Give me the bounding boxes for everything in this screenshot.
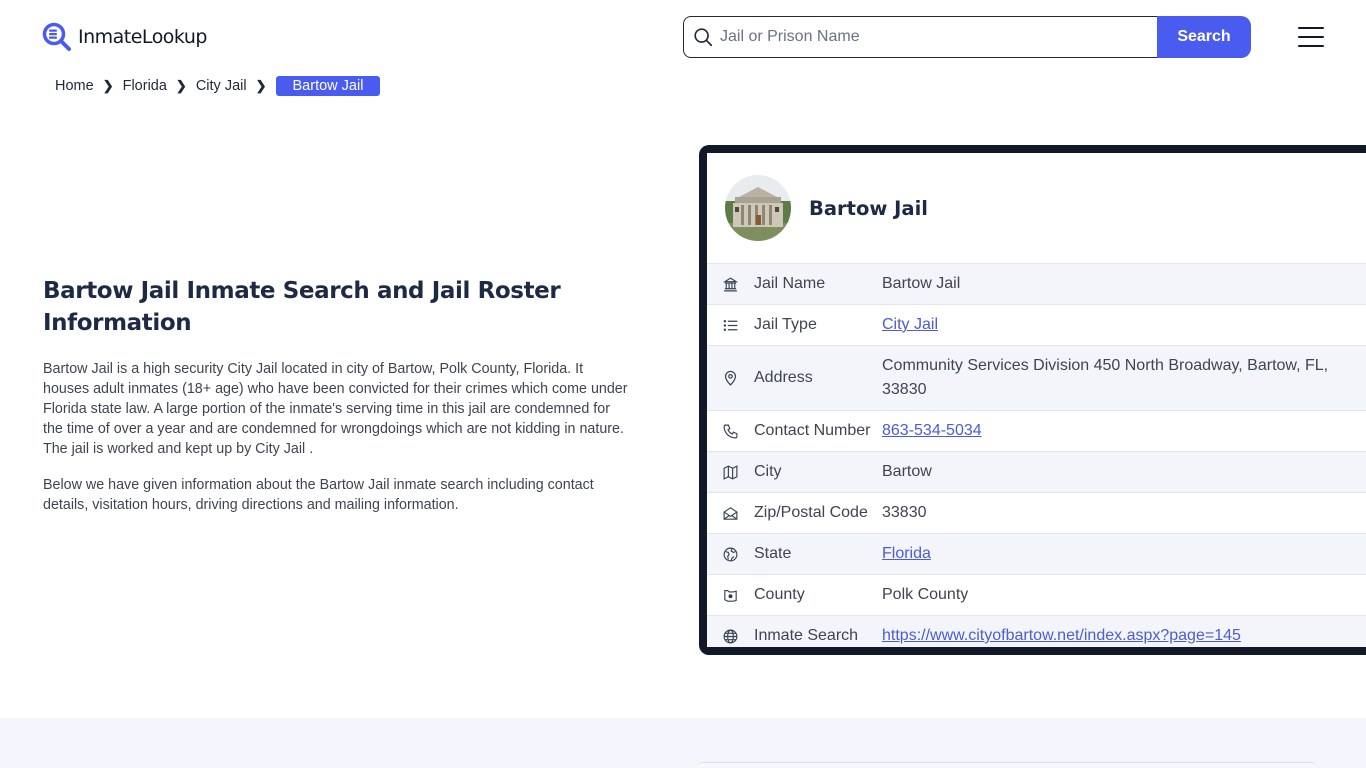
- detail-label: Inmate Search: [754, 627, 859, 644]
- detail-value: Bartow Jail: [882, 275, 961, 292]
- state-link[interactable]: Florida: [882, 545, 931, 562]
- card-header: Bartow Jail: [707, 153, 1366, 263]
- detail-value: Polk County: [882, 586, 969, 603]
- detail-row-inmate-search: Inmate Search https://www.cityofbartow.n…: [707, 615, 1366, 647]
- courthouse-image: [725, 175, 791, 241]
- jail-photo-avatar: [725, 175, 791, 241]
- detail-row-contact-number: Contact Number 863-534-5034: [707, 410, 1366, 451]
- detail-row-zip: Zip/Postal Code 33830: [707, 492, 1366, 533]
- jail-details-table: Jail Name Bartow Jail Jail Type City Jai…: [707, 263, 1366, 647]
- page-title: Bartow Jail Inmate Search and Jail Roste…: [43, 278, 561, 336]
- map-pin-icon: [724, 370, 737, 386]
- logo-magnifier-icon: [42, 22, 71, 51]
- inmate-search-link[interactable]: https://www.cityofbartow.net/index.aspx?…: [882, 627, 1241, 644]
- globe-region-icon: [723, 547, 738, 561]
- menu-line: [1298, 45, 1324, 47]
- detail-row-city: City Bartow: [707, 451, 1366, 492]
- search-icon: [694, 28, 713, 47]
- intro-paragraph: Bartow Jail is a high security City Jail…: [43, 361, 628, 457]
- chevron-right-icon: ❯: [255, 78, 267, 93]
- search-form: Search: [683, 16, 1251, 58]
- chevron-right-icon: ❯: [102, 78, 114, 93]
- globe-icon: [723, 629, 738, 643]
- jail-info-card: Bartow Jail Jail Name Bartow Jail Jail T…: [699, 145, 1366, 655]
- detail-value: Community Services Division 450 North Br…: [882, 357, 1329, 398]
- chevron-right-icon: ❯: [175, 78, 187, 93]
- map-icon: [723, 464, 738, 480]
- next-section-band: [0, 718, 1366, 768]
- breadcrumb-current: Bartow Jail: [275, 76, 381, 96]
- card-title: Bartow Jail: [809, 196, 928, 220]
- detail-row-address: Address Community Services Division 450 …: [707, 345, 1366, 410]
- detail-value: Bartow: [882, 463, 932, 480]
- intro-paragraph-2: Below we have given information about th…: [43, 477, 594, 513]
- menu-line: [1298, 27, 1324, 29]
- detail-label: Jail Type: [754, 316, 817, 333]
- search-box[interactable]: [683, 16, 1157, 58]
- detail-label: State: [754, 545, 792, 562]
- phone-icon: [723, 424, 738, 438]
- detail-value: 33830: [882, 504, 927, 521]
- phone-link[interactable]: 863-534-5034: [882, 422, 982, 439]
- search-button[interactable]: Search: [1157, 16, 1251, 58]
- breadcrumb-home[interactable]: Home: [55, 78, 94, 94]
- logo-text: InmateLookup: [78, 26, 207, 48]
- breadcrumb-city-jail[interactable]: City Jail: [196, 78, 247, 94]
- site-logo[interactable]: InmateLookup: [42, 22, 207, 52]
- hamburger-menu-icon[interactable]: [1298, 27, 1324, 47]
- next-section-card-edge: [697, 762, 1317, 768]
- menu-line: [1298, 36, 1324, 38]
- detail-row-state: State Florida: [707, 533, 1366, 574]
- detail-row-county: County Polk County: [707, 574, 1366, 615]
- detail-label: Jail Name: [754, 275, 826, 292]
- breadcrumb-florida[interactable]: Florida: [123, 78, 167, 94]
- mail-open-icon: [723, 506, 738, 520]
- detail-label: Contact Number: [754, 422, 871, 439]
- breadcrumb: Home ❯ Florida ❯ City Jail ❯ Bartow Jail: [55, 76, 381, 96]
- detail-label: Address: [754, 369, 813, 386]
- county-icon: [724, 589, 737, 602]
- detail-label: County: [754, 586, 805, 603]
- intro-section: Bartow Jail Inmate Search and Jail Roste…: [43, 275, 633, 515]
- building-icon: [722, 276, 739, 291]
- site-header: InmateLookup Search: [0, 0, 1366, 70]
- detail-row-jail-name: Jail Name Bartow Jail: [707, 263, 1366, 304]
- search-input[interactable]: [720, 28, 1140, 46]
- jail-type-link[interactable]: City Jail: [882, 316, 938, 333]
- detail-label: City: [754, 463, 782, 480]
- detail-row-jail-type: Jail Type City Jail: [707, 304, 1366, 345]
- detail-label: Zip/Postal Code: [754, 504, 868, 521]
- jail-info-card-body: Bartow Jail Jail Name Bartow Jail Jail T…: [707, 153, 1366, 647]
- list-icon: [723, 319, 738, 331]
